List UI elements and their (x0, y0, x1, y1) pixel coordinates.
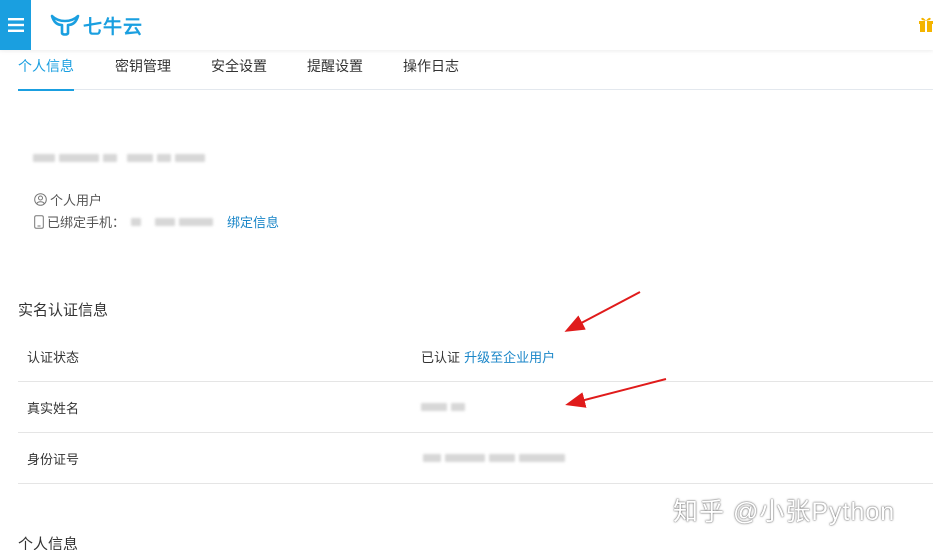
annotation-arrows (564, 291, 667, 408)
arrow-to-status (564, 291, 641, 332)
arrow-to-name (565, 378, 667, 408)
watermark: 知乎 @小张Python (673, 498, 896, 526)
